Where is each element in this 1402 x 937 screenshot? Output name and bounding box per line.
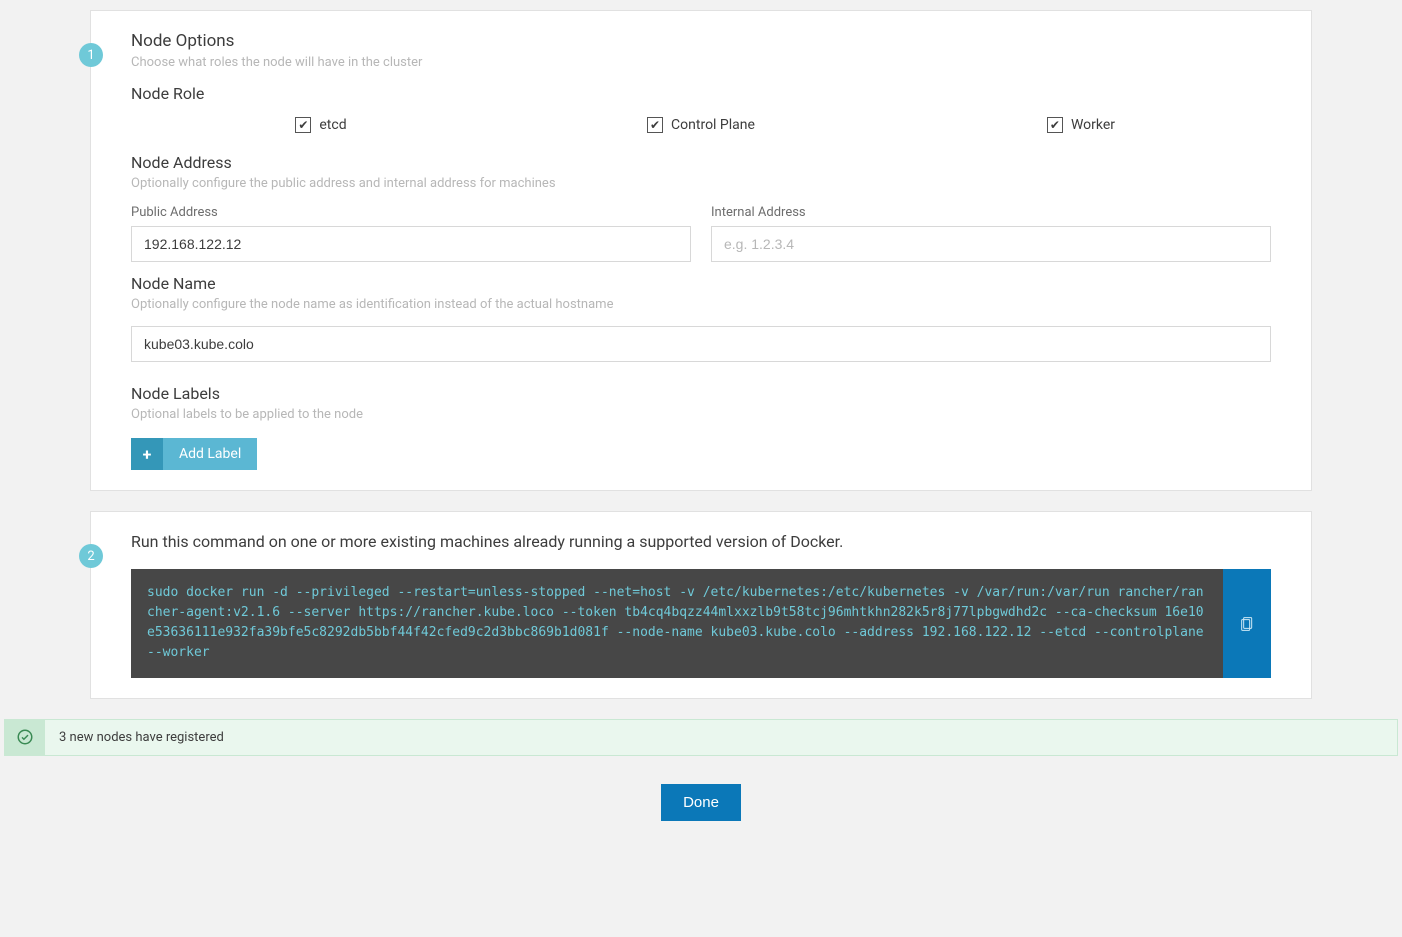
add-label-button[interactable]: + Add Label	[131, 438, 257, 470]
node-options-title: Node Options	[131, 31, 1271, 51]
role-controlplane-label: Control Plane	[671, 117, 755, 133]
public-address-input[interactable]	[131, 226, 691, 262]
node-labels-heading: Node Labels	[131, 384, 1271, 403]
role-controlplane-checkbox[interactable]: ✔ Control Plane	[647, 117, 755, 133]
checkmark-icon: ✔	[1047, 117, 1063, 133]
clipboard-icon	[1239, 614, 1255, 632]
command-text[interactable]: sudo docker run -d --privileged --restar…	[131, 569, 1223, 678]
step-badge-1: 1	[79, 43, 103, 67]
node-name-sub: Optionally configure the node name as id…	[131, 297, 1271, 312]
done-button[interactable]: Done	[661, 784, 741, 821]
status-alert-text: 3 new nodes have registered	[45, 720, 1397, 755]
checkmark-icon: ✔	[295, 117, 311, 133]
plus-icon: +	[131, 438, 163, 470]
internal-address-input[interactable]	[711, 226, 1271, 262]
status-alert: 3 new nodes have registered	[4, 719, 1398, 756]
node-address-sub: Optionally configure the public address …	[131, 176, 1271, 191]
role-worker-label: Worker	[1071, 117, 1115, 133]
role-worker-checkbox[interactable]: ✔ Worker	[1047, 117, 1115, 133]
node-role-row: ✔ etcd ✔ Control Plane ✔ Worker	[131, 117, 1271, 133]
node-name-heading: Node Name	[131, 274, 1271, 293]
node-labels-sub: Optional labels to be applied to the nod…	[131, 407, 1271, 422]
node-address-heading: Node Address	[131, 153, 1271, 172]
node-role-heading: Node Role	[131, 84, 1271, 103]
internal-address-label: Internal Address	[711, 205, 1271, 220]
node-options-card: 1 Node Options Choose what roles the nod…	[90, 10, 1312, 491]
step-badge-2: 2	[79, 544, 103, 568]
node-name-input[interactable]	[131, 326, 1271, 362]
success-icon	[5, 720, 45, 755]
role-etcd-label: etcd	[319, 117, 346, 133]
role-etcd-checkbox[interactable]: ✔ etcd	[295, 117, 346, 133]
run-command-card: 2 Run this command on one or more existi…	[90, 511, 1312, 699]
checkmark-icon: ✔	[647, 117, 663, 133]
add-label-text: Add Label	[163, 438, 257, 470]
copy-button[interactable]	[1223, 569, 1271, 678]
run-command-description: Run this command on one or more existing…	[131, 532, 1271, 551]
public-address-label: Public Address	[131, 205, 691, 220]
node-options-subtitle: Choose what roles the node will have in …	[131, 55, 1271, 70]
